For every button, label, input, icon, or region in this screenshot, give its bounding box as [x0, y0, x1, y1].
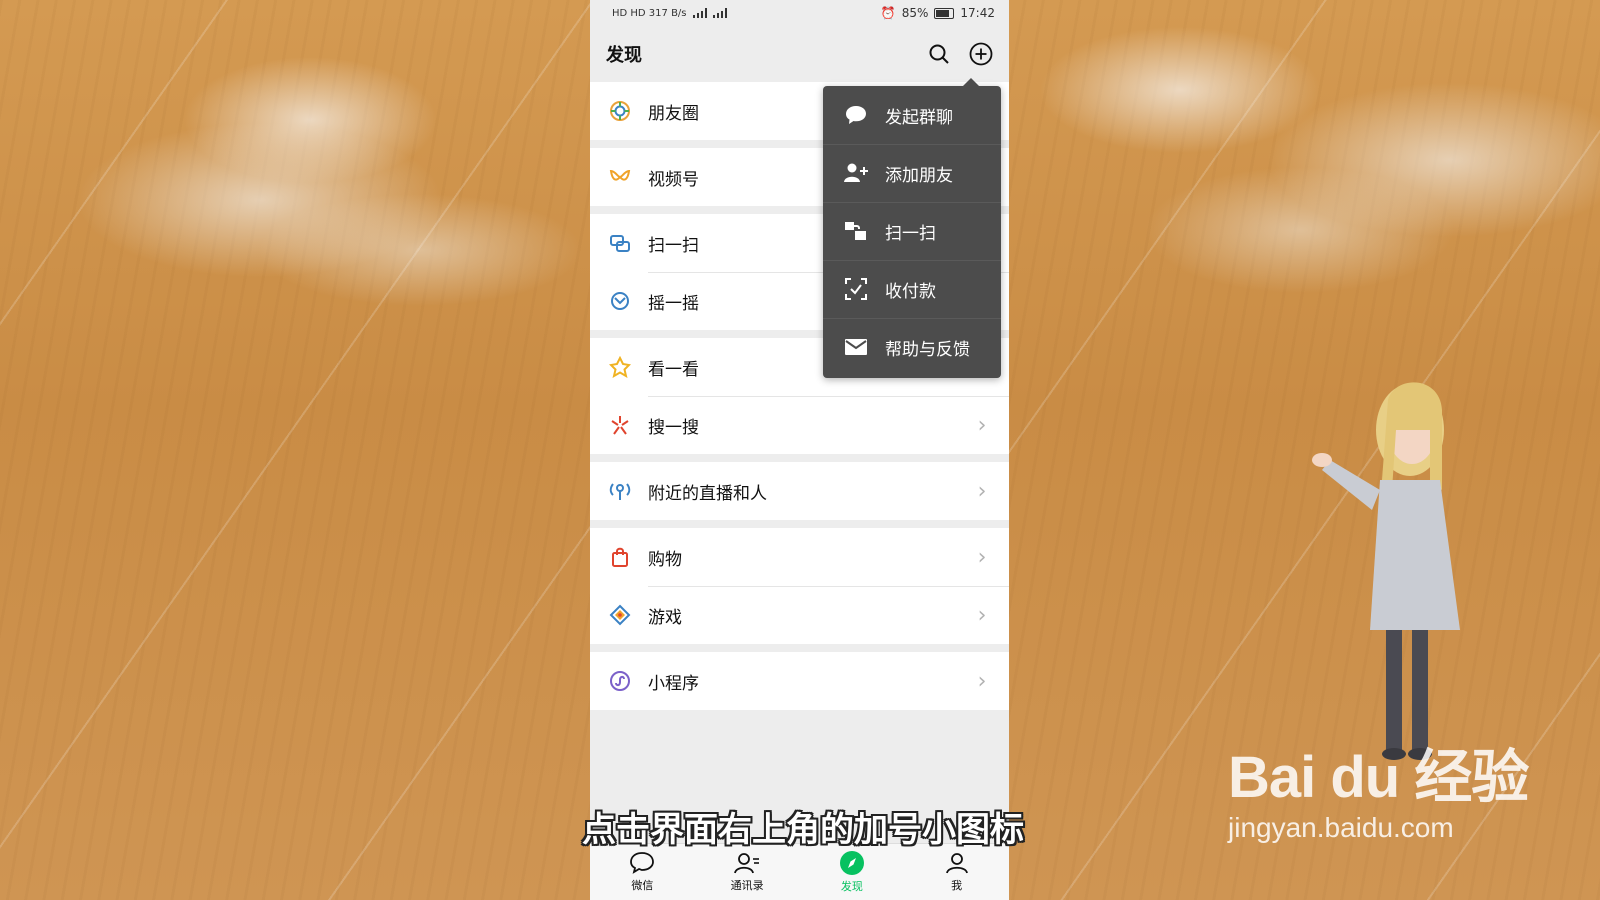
me-icon — [945, 853, 968, 874]
plus-circle-icon[interactable] — [969, 42, 993, 66]
menu-item-label: 发起群聊 — [885, 107, 953, 128]
alarm-icon: ⏰ — [880, 6, 896, 20]
baidu-watermark: Bai du 经验 jingyan.baidu.com — [1228, 730, 1529, 844]
menu-item-label: 收付款 — [885, 281, 936, 302]
clock: 17:42 — [960, 6, 995, 20]
video-caption: 点击界面右上角的加号小图标 — [582, 810, 1024, 850]
battery-percent: 85% — [901, 6, 929, 20]
group-shop-games: 购物 › 游戏 › — [590, 528, 1009, 644]
row-search[interactable]: 搜一搜 › — [590, 396, 1009, 454]
tab-bar: 微信 通讯录 发现 我 — [590, 843, 1009, 900]
chat-bubble-icon — [843, 102, 869, 128]
row-games[interactable]: 游戏 › — [590, 586, 1009, 644]
search-star-icon — [608, 413, 632, 437]
menu-item-scan[interactable]: 扫一扫 — [823, 202, 1001, 260]
row-label: 小程序 — [648, 673, 699, 694]
tab-label: 我 — [951, 879, 963, 892]
contacts-icon — [734, 853, 760, 874]
header: 发现 — [590, 26, 1009, 82]
games-icon — [608, 603, 632, 627]
tab-label: 通讯录 — [730, 879, 764, 892]
group-nearby: 附近的直播和人 › — [590, 462, 1009, 520]
channels-icon — [608, 165, 632, 189]
mail-icon — [843, 334, 869, 360]
plus-popup-menu: 发起群聊 添加朋友 扫一扫 收付款 帮助与反馈 — [823, 78, 1001, 378]
chevron-right-icon: › — [977, 544, 987, 570]
tab-contacts[interactable]: 通讯录 — [695, 844, 800, 900]
menu-item-add-friend[interactable]: 添加朋友 — [823, 144, 1001, 202]
status-left-text: HD HD 317 B/s — [612, 7, 687, 19]
mini-program-icon — [608, 669, 632, 693]
header-actions — [927, 42, 993, 66]
tab-chats[interactable]: 微信 — [590, 844, 695, 900]
chevron-right-icon: › — [977, 668, 987, 694]
watermark-url: jingyan.baidu.com — [1228, 812, 1454, 843]
menu-item-help[interactable]: 帮助与反馈 — [823, 318, 1001, 376]
add-friend-icon — [843, 160, 869, 186]
signal-icon-2 — [712, 8, 727, 18]
search-icon[interactable] — [927, 42, 951, 66]
row-label: 购物 — [648, 549, 682, 570]
signal-indicators: HD HD 317 B/s — [612, 8, 727, 19]
scan-icon — [608, 231, 632, 255]
menu-item-label: 添加朋友 — [885, 165, 953, 186]
scan-icon — [843, 218, 869, 244]
menu-item-group-chat[interactable]: 发起群聊 — [823, 86, 1001, 144]
tab-discover[interactable]: 发现 — [800, 844, 905, 900]
status-bar: HD HD 317 B/s ⏰ 85% 17:42 — [590, 0, 1009, 26]
menu-item-payment[interactable]: 收付款 — [823, 260, 1001, 318]
nearby-icon — [608, 479, 632, 503]
moments-icon — [608, 99, 632, 123]
shopping-icon — [608, 545, 632, 569]
battery-icon — [934, 7, 955, 19]
payment-icon — [843, 276, 869, 302]
watermark-brand: Bai du 经验 — [1228, 745, 1529, 810]
top-stories-icon — [608, 355, 632, 379]
menu-item-label: 扫一扫 — [885, 223, 936, 244]
row-shopping[interactable]: 购物 › — [590, 528, 1009, 586]
chat-icon — [630, 852, 655, 874]
tab-me[interactable]: 我 — [904, 844, 1009, 900]
group-mini-program: 小程序 › — [590, 652, 1009, 710]
row-label: 游戏 — [648, 607, 682, 628]
shake-icon — [608, 289, 632, 313]
chevron-right-icon: › — [977, 412, 987, 438]
signal-icon — [692, 8, 707, 18]
chevron-right-icon: › — [977, 602, 987, 628]
row-nearby[interactable]: 附近的直播和人 › — [590, 462, 1009, 520]
page-title: 发现 — [606, 45, 642, 66]
row-mini-program[interactable]: 小程序 › — [590, 652, 1009, 710]
presenter-figure — [1312, 382, 1460, 760]
row-label: 附近的直播和人 — [648, 483, 767, 504]
discover-icon — [839, 851, 864, 875]
tab-label: 微信 — [631, 879, 654, 892]
tab-label: 发现 — [840, 880, 863, 893]
chevron-right-icon: › — [977, 478, 987, 504]
row-label: 搜一搜 — [648, 417, 699, 438]
status-right: ⏰ 85% 17:42 — [881, 6, 995, 20]
menu-item-label: 帮助与反馈 — [885, 339, 970, 360]
